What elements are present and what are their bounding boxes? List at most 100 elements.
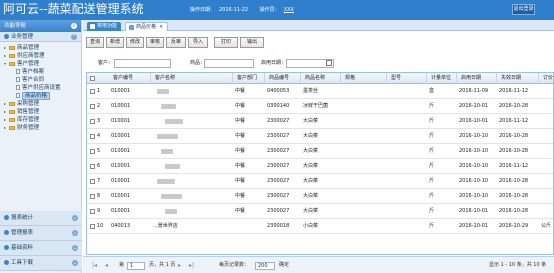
table-row[interactable]: 1 010001 中餐 0400053 墨茶丝 盒 2016-11-09 2016-11-12 (87, 84, 553, 99)
product-name-cell: 大白菜 (303, 163, 319, 169)
prev-page-icon[interactable]: ◂ (105, 262, 108, 269)
expand-group-icon[interactable]: ⌄ (72, 260, 78, 266)
customer-no-cell: 010001 (111, 103, 131, 109)
tree-item-sales[interactable]: ▸ 销售管理 (4, 108, 81, 116)
page-number-input[interactable]: 1 (127, 262, 145, 270)
product-no-cell: 2300027 (267, 193, 290, 199)
product-name-cell: 冰鲜干巴菌 (303, 103, 329, 109)
next-page-icon[interactable]: ▸ (178, 262, 181, 269)
table-row[interactable]: 7 010001 中餐 2300027 大白菜 斤 2016-10-10 2016-10-28 (87, 174, 553, 189)
print-button[interactable]: 打印 (214, 37, 238, 48)
customer-no-cell: 010001 (111, 178, 131, 184)
select-all-checkbox[interactable] (90, 76, 95, 81)
edit-button[interactable]: 修改 (126, 37, 144, 48)
col-start-date[interactable]: 启用日期 (457, 73, 497, 84)
import-button[interactable]: 导入 (188, 37, 208, 48)
add-button[interactable]: 新增 (106, 37, 124, 48)
col-customer-dept[interactable]: 客户部门 (233, 73, 265, 84)
tree-item-customer-contracts[interactable]: 客户合同 (4, 76, 81, 84)
menu-group-basic-data[interactable]: 基础资料 ⌄ (0, 241, 82, 256)
table-row[interactable]: 6 010001 中餐 2300027 大白菜 斤 2016-10-10 2016-11-12 (87, 159, 553, 174)
tab-common-functions[interactable]: 常用功能 (87, 22, 122, 31)
menu-group-label: 基础资料 (11, 245, 34, 251)
tree-item-product-prices[interactable]: 商品价格 (4, 92, 81, 100)
expand-group-icon[interactable]: ⌄ (72, 245, 78, 251)
expand-group-icon[interactable]: ⌄ (72, 215, 78, 221)
table-row[interactable]: 2 010001 中餐 0300140 冰鲜干巴菌 斤 2016-10-01 2016-10-… (87, 99, 553, 114)
col-model[interactable]: 型号 (387, 73, 427, 84)
menu-group-tool-download[interactable]: 工具下载 ⌄ (0, 256, 82, 271)
unit-cell: 斤 (429, 163, 435, 169)
tree-item-customer-supplier-settings[interactable]: 客户供应商设置 (4, 84, 81, 92)
end-date-cell: 2016-10-29 (499, 223, 529, 229)
product-label: 商品： (190, 60, 206, 66)
collapse-sidebar-icon[interactable]: « (71, 23, 77, 29)
col-price[interactable]: 订价 (539, 73, 553, 84)
last-page-icon[interactable]: ▸| (189, 262, 194, 269)
tree-item-customers[interactable]: ▾ 客户管理 (4, 60, 81, 68)
menu-group-label: 管理报表 (11, 230, 34, 236)
tree-item-inventory[interactable]: ▸ 库存管理 (4, 116, 81, 124)
product-no-cell: 2300027 (267, 148, 290, 154)
table-row[interactable]: 9 010001 中餐 2300027 大白菜 斤 2016-10-01 2016-10-28 (87, 204, 553, 219)
table-row[interactable]: 4 010001 中餐 2300027 大白菜 斤 2016-10-10 2016-10-28 (87, 129, 553, 144)
col-product-name[interactable]: 商品名称 (301, 73, 341, 84)
col-customer-name[interactable]: 客户名称 (151, 73, 233, 84)
col-product-no[interactable]: 商品编号 (265, 73, 301, 84)
customer-input[interactable] (114, 59, 171, 68)
col-end-date[interactable]: 失效日期 (497, 73, 539, 84)
approve-button[interactable]: 审核 (146, 37, 164, 48)
table-row[interactable]: 10 040013 ...景世界店 2300018 小白菜 斤 2016-10-01 2016… (87, 219, 553, 234)
col-customer-no[interactable]: 客户编号 (109, 73, 151, 84)
confirm-button[interactable]: 确定 (279, 257, 289, 273)
chart-icon (4, 215, 9, 220)
col-unit[interactable]: 计量单位 (427, 73, 457, 84)
menu-group-reports[interactable]: 报表统计 ⌄ (0, 211, 82, 226)
unapprove-button[interactable]: 反审 (166, 37, 186, 48)
tree-item-products[interactable]: ▸ 商品管理 (4, 44, 81, 52)
customer-label: 客户： (98, 60, 114, 66)
product-input[interactable] (204, 59, 254, 68)
folder-icon (9, 101, 15, 106)
tree-item-suppliers[interactable]: ▸ 供应商管理 (4, 52, 81, 60)
row-number: 9 (97, 208, 101, 214)
row-number: 2 (97, 103, 101, 109)
table-row[interactable]: 5 010001 中餐 2300027 大白菜 斤 2016-10-10 2016-10-28 (87, 144, 553, 159)
tree-item-label: 销售管理 (17, 109, 40, 115)
end-date-cell: 2016-10-28 (499, 208, 529, 214)
first-page-icon[interactable]: |◂ (92, 262, 97, 269)
export-button[interactable]: 输出 (240, 37, 264, 48)
redacted-customer-name (157, 179, 175, 184)
operator-label: 操作员： (259, 7, 280, 13)
query-button[interactable]: 查询 (86, 37, 104, 48)
close-tab-icon[interactable]: × (159, 24, 163, 30)
page-size-input[interactable]: 200 (255, 262, 275, 270)
redacted-customer-name (161, 149, 173, 154)
product-name-cell: 大白菜 (303, 193, 319, 199)
tab-product-prices[interactable]: 商品价格 × (125, 22, 169, 31)
product-name-cell: 大白菜 (303, 148, 319, 154)
tree-item-finance[interactable]: ▸ 财务管理 (4, 124, 81, 132)
total-pages-text: 页，共 1 页 (149, 262, 176, 268)
customer-dept-cell: 中餐 (235, 208, 246, 214)
folder-open-icon (9, 61, 15, 66)
col-spec[interactable]: 规格 (341, 73, 387, 84)
table-row[interactable]: 3 010001 中餐 2300027 大白菜 斤 2016-10-01 2016-11-12 (87, 114, 553, 129)
end-date-cell: 2016-10-28 (499, 193, 529, 199)
row-number: 10 (97, 223, 104, 229)
calendar-icon[interactable] (326, 60, 332, 66)
price-grid: 客户编号 客户名称 客户部门 商品编号 商品名称 规格 型号 计量单位 启用日期… (86, 72, 554, 255)
unit-cell: 斤 (429, 223, 435, 229)
tree-item-label: 采购管理 (17, 101, 40, 107)
page-size-label: 每页记录数： (219, 262, 250, 268)
tree-item-purchasing[interactable]: ▸ 采购管理 (4, 100, 81, 108)
menu-group-business[interactable]: 业务管理 ⌃ (0, 32, 81, 42)
logout-button[interactable]: 退出登录 (512, 4, 535, 15)
table-row[interactable]: 8 010001 中餐 2300027 大白菜 斤 2016-10-10 2016-10-28 (87, 189, 553, 204)
collapse-group-icon[interactable]: ⌃ (71, 34, 77, 40)
menu-group-management-reports[interactable]: 管理报表 ⌄ (0, 226, 82, 241)
operator-name[interactable]: XXX (284, 7, 294, 13)
expand-group-icon[interactable]: ⌄ (72, 230, 78, 236)
tree-item-customer-files[interactable]: 客户档案 (4, 68, 81, 76)
end-date-cell: 2016-11-12 (499, 88, 529, 94)
